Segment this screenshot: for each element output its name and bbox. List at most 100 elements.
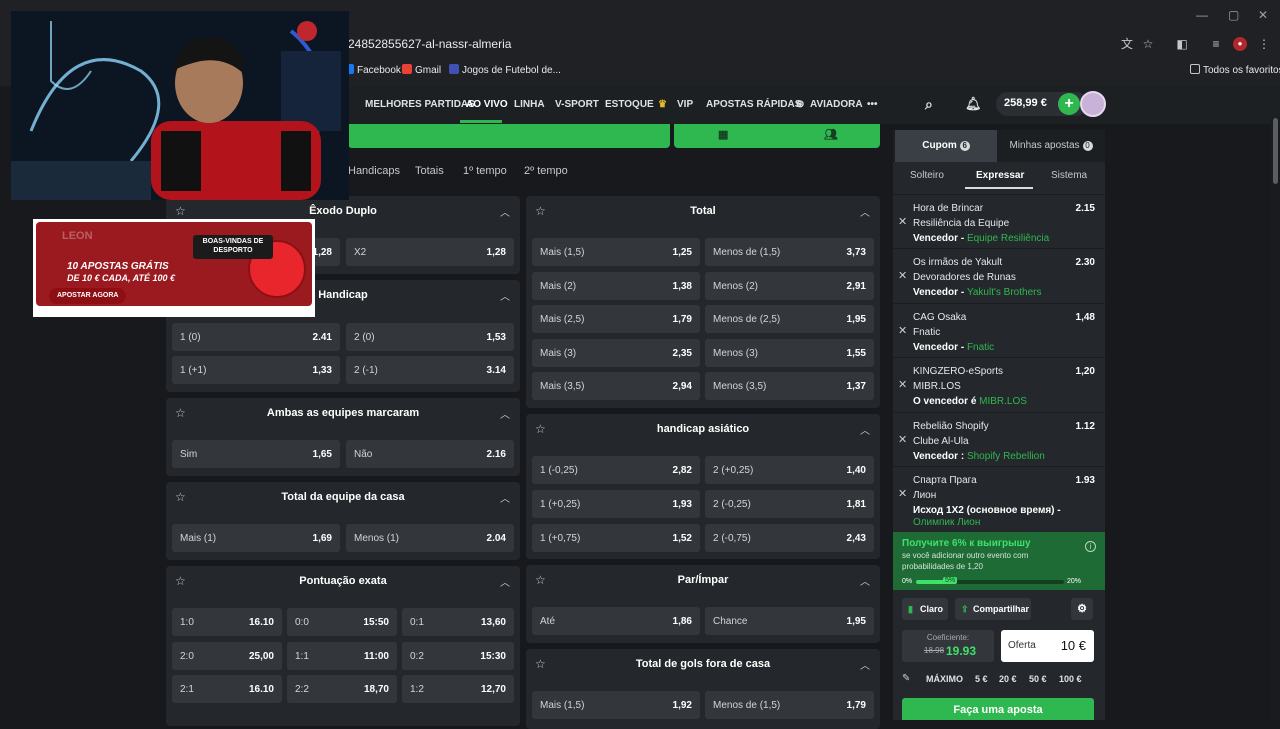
odds-cell[interactable]: 2 (-0,25) 1,81 [705, 490, 874, 518]
nav-aviadora[interactable]: AVIADORA [810, 99, 863, 110]
odds-cell[interactable]: Até 1,86 [532, 607, 700, 635]
collapse-caret-icon[interactable]: ︿ [500, 574, 510, 589]
maximize-icon[interactable]: ▢ [1228, 8, 1239, 22]
more-menu-icon[interactable]: ••• [867, 99, 878, 110]
bookmark-star-icon[interactable]: ☆ [1141, 37, 1155, 51]
address-bar[interactable]: 24852855627-al-nassr-almeria 文 ☆ ◧ ≡ ● ⋮ [340, 33, 1270, 55]
collapse-caret-icon[interactable]: ︿ [860, 204, 870, 219]
nav-ao-vivo[interactable]: AO VIVO [466, 99, 508, 110]
tab-totais[interactable]: Totais [415, 165, 444, 177]
info-icon[interactable]: i [1085, 541, 1096, 552]
promo-ad-banner[interactable]: LEON BOAS-VINDAS DE DESPORTO 10 APOSTAS … [33, 219, 315, 317]
odds-cell[interactable]: Chance 1,95 [705, 607, 874, 635]
odds-cell[interactable]: Menos (2) 2,91 [705, 272, 874, 300]
odds-cell[interactable]: 0:2 15:30 [402, 642, 514, 670]
minimize-icon[interactable]: — [1196, 8, 1208, 22]
odds-cell[interactable]: Sim 1,65 [172, 440, 340, 468]
quick-stake-100[interactable]: 100 € [1059, 674, 1082, 684]
odds-cell[interactable]: Menos de (1,5) 3,73 [705, 238, 874, 266]
odds-cell[interactable]: 1 (+0,25) 1,93 [532, 490, 700, 518]
tab-cupom[interactable]: Cupom 6 [895, 130, 997, 162]
odds-cell[interactable]: Menos (1) 2.04 [346, 524, 514, 552]
odds-cell[interactable]: X2 1,28 [346, 238, 514, 266]
ad-cta-button[interactable]: APOSTAR AGORA [49, 288, 127, 304]
quick-stake-5[interactable]: 5 € [975, 674, 988, 684]
place-bet-button[interactable]: Faça uma aposta [902, 698, 1094, 720]
odds-cell[interactable]: Mais (2) 1,38 [532, 272, 700, 300]
odds-cell[interactable]: 1:2 12,70 [402, 675, 514, 703]
menu-icon[interactable]: ⋮ [1257, 37, 1271, 51]
tab-1-tempo[interactable]: 1º tempo [463, 165, 507, 177]
remove-icon[interactable]: ✕ [898, 269, 907, 282]
edit-pencil-icon[interactable]: ✎ [902, 673, 910, 684]
notifications-bell-icon[interactable]: 🔔︎ [965, 96, 982, 112]
nav-apostas-rapidas[interactable]: APOSTAS RÁPIDAS [706, 99, 801, 110]
nav-melhores-partidas[interactable]: MELHORES PARTIDAS [365, 99, 475, 110]
collapse-caret-icon[interactable]: ︿ [860, 657, 870, 672]
bookmark-jogos[interactable]: Jogos de Futebol de... [449, 64, 561, 76]
deposit-plus-button[interactable]: + [1058, 93, 1080, 115]
balance-pill[interactable]: 258,99 € + [996, 92, 1088, 116]
reading-list-icon[interactable]: ≡ [1209, 37, 1223, 51]
tab-minhas-apostas[interactable]: Minhas apostas 0 [999, 130, 1103, 162]
odds-cell[interactable]: 1:0 16.10 [172, 608, 282, 636]
remove-icon[interactable]: ✕ [898, 324, 907, 337]
nav-vip[interactable]: VIP [677, 99, 693, 110]
avatar[interactable] [1080, 91, 1106, 117]
quick-stake-50[interactable]: 50 € [1029, 674, 1047, 684]
odds-cell[interactable]: 2 (+0,25) 1,40 [705, 456, 874, 484]
odds-cell[interactable]: 2 (-0,75) 2,43 [705, 524, 874, 552]
translate-icon[interactable]: 文 [1120, 37, 1134, 51]
tab-2-tempo[interactable]: 2º tempo [524, 165, 568, 177]
collapse-caret-icon[interactable]: ︿ [500, 204, 510, 219]
odds-cell[interactable]: Menos (3) 1,55 [705, 339, 874, 367]
tab-expressar[interactable]: Expressar [976, 170, 1024, 181]
odds-cell[interactable]: 1 (-0,25) 2,82 [532, 456, 700, 484]
odds-cell[interactable]: Mais (1,5) 1,25 [532, 238, 700, 266]
odds-cell[interactable]: Mais (2,5) 1,79 [532, 305, 700, 333]
collapse-caret-icon[interactable]: ︿ [500, 406, 510, 421]
odds-cell[interactable]: 2 (0) 1,53 [346, 323, 514, 351]
odds-cell[interactable]: 1 (+0,75) 1,52 [532, 524, 700, 552]
quick-stake-20[interactable]: 20 € [999, 674, 1017, 684]
share-button[interactable]: ⇪ Compartilhar [955, 598, 1031, 620]
tab-sistema[interactable]: Sistema [1051, 170, 1087, 181]
odds-cell[interactable]: 2:0 25,00 [172, 642, 282, 670]
odds-cell[interactable]: Menos de (2,5) 1,95 [705, 305, 874, 333]
collapse-caret-icon[interactable]: ︿ [860, 573, 870, 588]
nav-linha[interactable]: LINHA [514, 99, 545, 110]
odds-cell[interactable]: 1:1 11:00 [287, 642, 397, 670]
remove-icon[interactable]: ✕ [898, 378, 907, 391]
match-toggle-button[interactable] [348, 124, 670, 148]
odds-cell[interactable]: 0:0 15:50 [287, 608, 397, 636]
odds-cell[interactable]: Não 2.16 [346, 440, 514, 468]
odds-cell[interactable]: Mais (3,5) 2,94 [532, 372, 700, 400]
odds-cell[interactable]: 1 (0) 2.41 [172, 323, 340, 351]
page-scrollbar[interactable] [1271, 118, 1280, 720]
collapse-caret-icon[interactable]: ︿ [500, 288, 510, 303]
odds-cell[interactable]: Menos (3,5) 1,37 [705, 372, 874, 400]
remove-icon[interactable]: ✕ [898, 487, 907, 500]
bookmark-facebook[interactable]: Facebook [344, 64, 401, 76]
bookmark-all-favorites[interactable]: Todos os favoritos [1190, 64, 1280, 76]
search-icon[interactable]: ⌕ [925, 96, 933, 113]
odds-cell[interactable]: 1 (+1) 1,33 [172, 356, 340, 384]
remove-icon[interactable]: ✕ [898, 433, 907, 446]
bookmark-gmail[interactable]: Gmail [402, 64, 441, 76]
close-icon[interactable]: ✕ [1258, 8, 1268, 22]
profile-icon[interactable]: ● [1233, 37, 1247, 51]
tab-handicaps[interactable]: Handicaps [348, 165, 400, 177]
odds-cell[interactable]: 0:1 13,60 [402, 608, 514, 636]
odds-cell[interactable]: Mais (3) 2,35 [532, 339, 700, 367]
remove-icon[interactable]: ✕ [898, 215, 907, 228]
scrollbar-thumb[interactable] [1273, 118, 1278, 184]
collapse-caret-icon[interactable]: ︿ [500, 490, 510, 505]
extensions-icon[interactable]: ◧ [1175, 37, 1189, 51]
grid-view-icon[interactable]: ▦ [718, 128, 728, 141]
collapse-caret-icon[interactable]: ︿ [860, 422, 870, 437]
odds-cell[interactable]: Menos de (1,5) 1,79 [705, 691, 874, 719]
nav-v-sport[interactable]: V-SPORT [555, 99, 599, 110]
odds-cell[interactable]: Mais (1) 1,69 [172, 524, 340, 552]
odds-cell[interactable]: 2:1 16.10 [172, 675, 282, 703]
clear-button[interactable]: ▮ Claro [902, 598, 948, 620]
